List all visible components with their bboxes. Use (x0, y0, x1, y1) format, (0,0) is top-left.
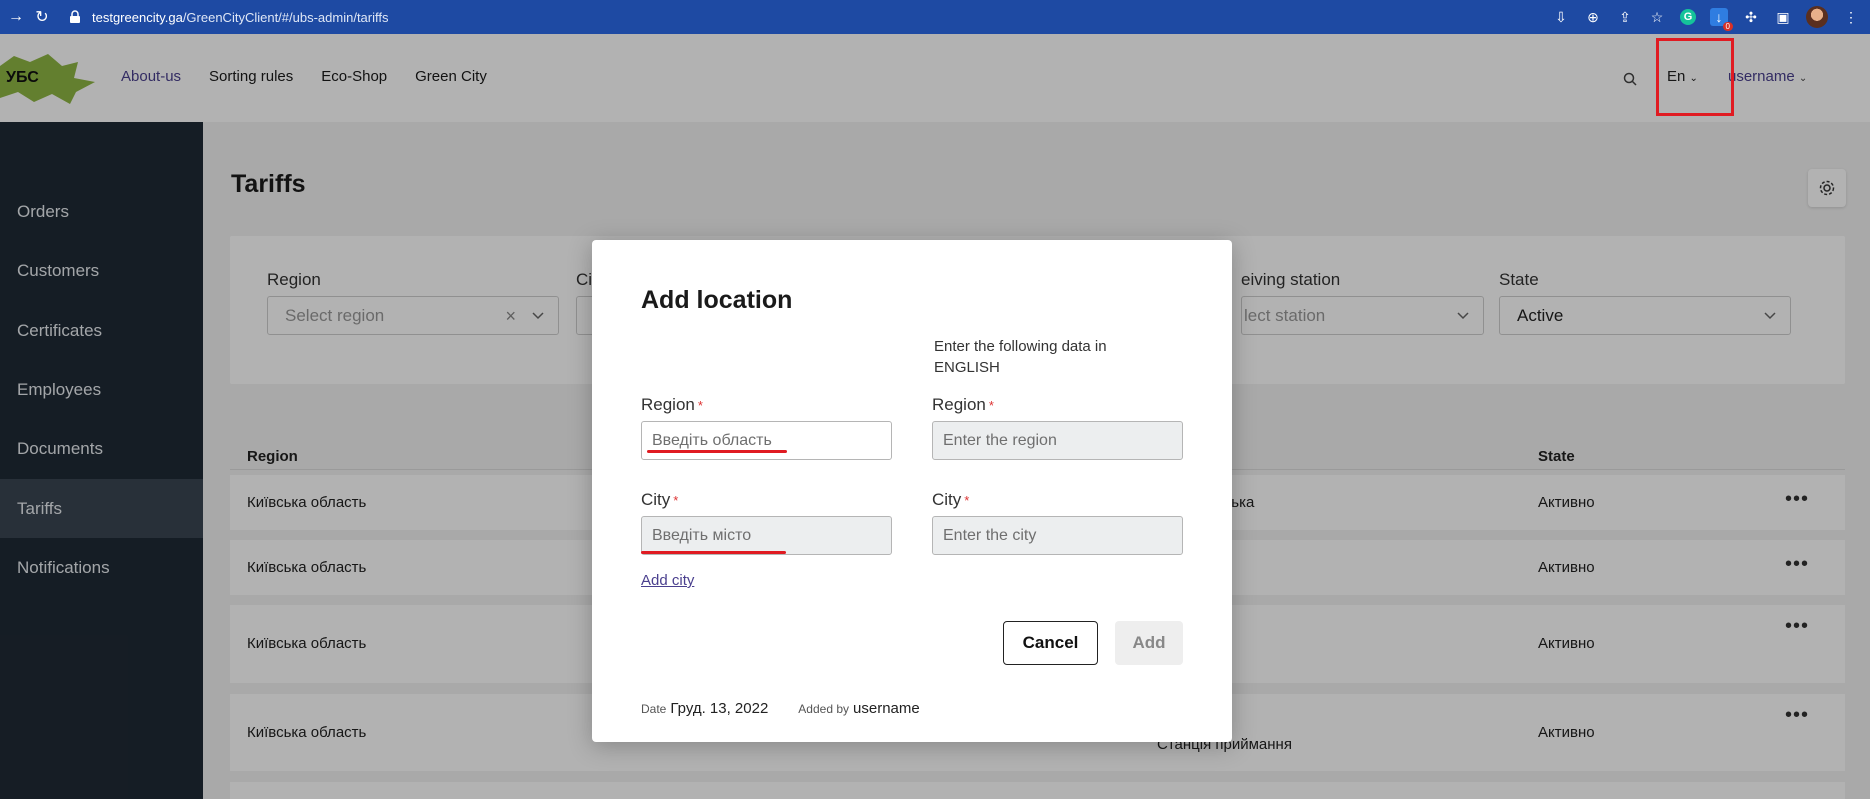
field-label-text: Region (932, 395, 986, 414)
field-label: Region * (932, 395, 1183, 415)
sidepanel-icon[interactable]: ▣ (1774, 8, 1792, 26)
field-label-text: Region (641, 395, 695, 414)
cancel-button[interactable]: Cancel (1003, 621, 1098, 665)
annotation-highlight-box (1656, 38, 1734, 116)
required-mark: * (697, 398, 703, 413)
date-value: Груд. 13, 2022 (670, 700, 769, 717)
region-en-input[interactable] (932, 421, 1183, 460)
field-label: City * (641, 490, 892, 510)
required-mark: * (964, 493, 970, 508)
reload-icon[interactable]: ↻ (32, 7, 52, 27)
puzzle-icon[interactable]: ✣ (1742, 8, 1760, 26)
add-button[interactable]: Add (1115, 621, 1183, 665)
dialog-footer: Date Груд. 13, 2022 Added by username (641, 700, 920, 717)
bookmark-star-icon[interactable]: ☆ (1648, 8, 1666, 26)
city-ua-field: City * (641, 490, 892, 555)
menu-kebab-icon[interactable]: ⋮ (1842, 8, 1860, 26)
browser-toolbar: → ↻ testgreencity.ga/GreenCityClient/#/u… (0, 0, 1870, 34)
added-by-label: Added by (798, 702, 850, 716)
region-ua-input[interactable] (641, 421, 892, 460)
grammarly-icon[interactable]: G (1680, 9, 1696, 25)
extension-badge: 0 (1722, 22, 1733, 31)
field-label: Region * (641, 395, 892, 415)
field-label-text: City (932, 490, 962, 509)
share-icon[interactable]: ⇪ (1616, 8, 1634, 26)
field-label-text: City (641, 490, 671, 509)
install-icon[interactable]: ⇩ (1552, 8, 1570, 26)
required-mark: * (988, 398, 994, 413)
address-bar[interactable]: testgreencity.ga/GreenCityClient/#/ubs-a… (68, 10, 389, 25)
field-label: City * (932, 490, 1183, 510)
english-hint: Enter the following data in ENGLISH (934, 338, 1107, 376)
add-city-link[interactable]: Add city (641, 572, 694, 589)
add-location-dialog: Add location Enter the following data in… (592, 240, 1232, 742)
annotation-underline (647, 450, 787, 453)
city-en-field: City * (932, 490, 1183, 555)
region-en-field: Region * (932, 395, 1183, 460)
added-by-value: username (853, 700, 920, 717)
dialog-title: Add location (641, 286, 793, 314)
zoom-icon[interactable]: ⊕ (1584, 8, 1602, 26)
annotation-underline (641, 551, 786, 554)
city-en-input[interactable] (932, 516, 1183, 555)
extension-icon[interactable]: ↓ 0 (1710, 8, 1733, 31)
date-label: Date (641, 702, 667, 716)
url-path: /GreenCityClient/#/ubs-admin/tariffs (182, 9, 389, 25)
profile-avatar[interactable] (1806, 6, 1828, 28)
url-host: testgreencity.ga (92, 9, 183, 25)
lock-icon (70, 10, 80, 23)
city-ua-input[interactable] (641, 516, 892, 555)
forward-icon[interactable]: → (6, 7, 26, 27)
required-mark: * (673, 493, 679, 508)
